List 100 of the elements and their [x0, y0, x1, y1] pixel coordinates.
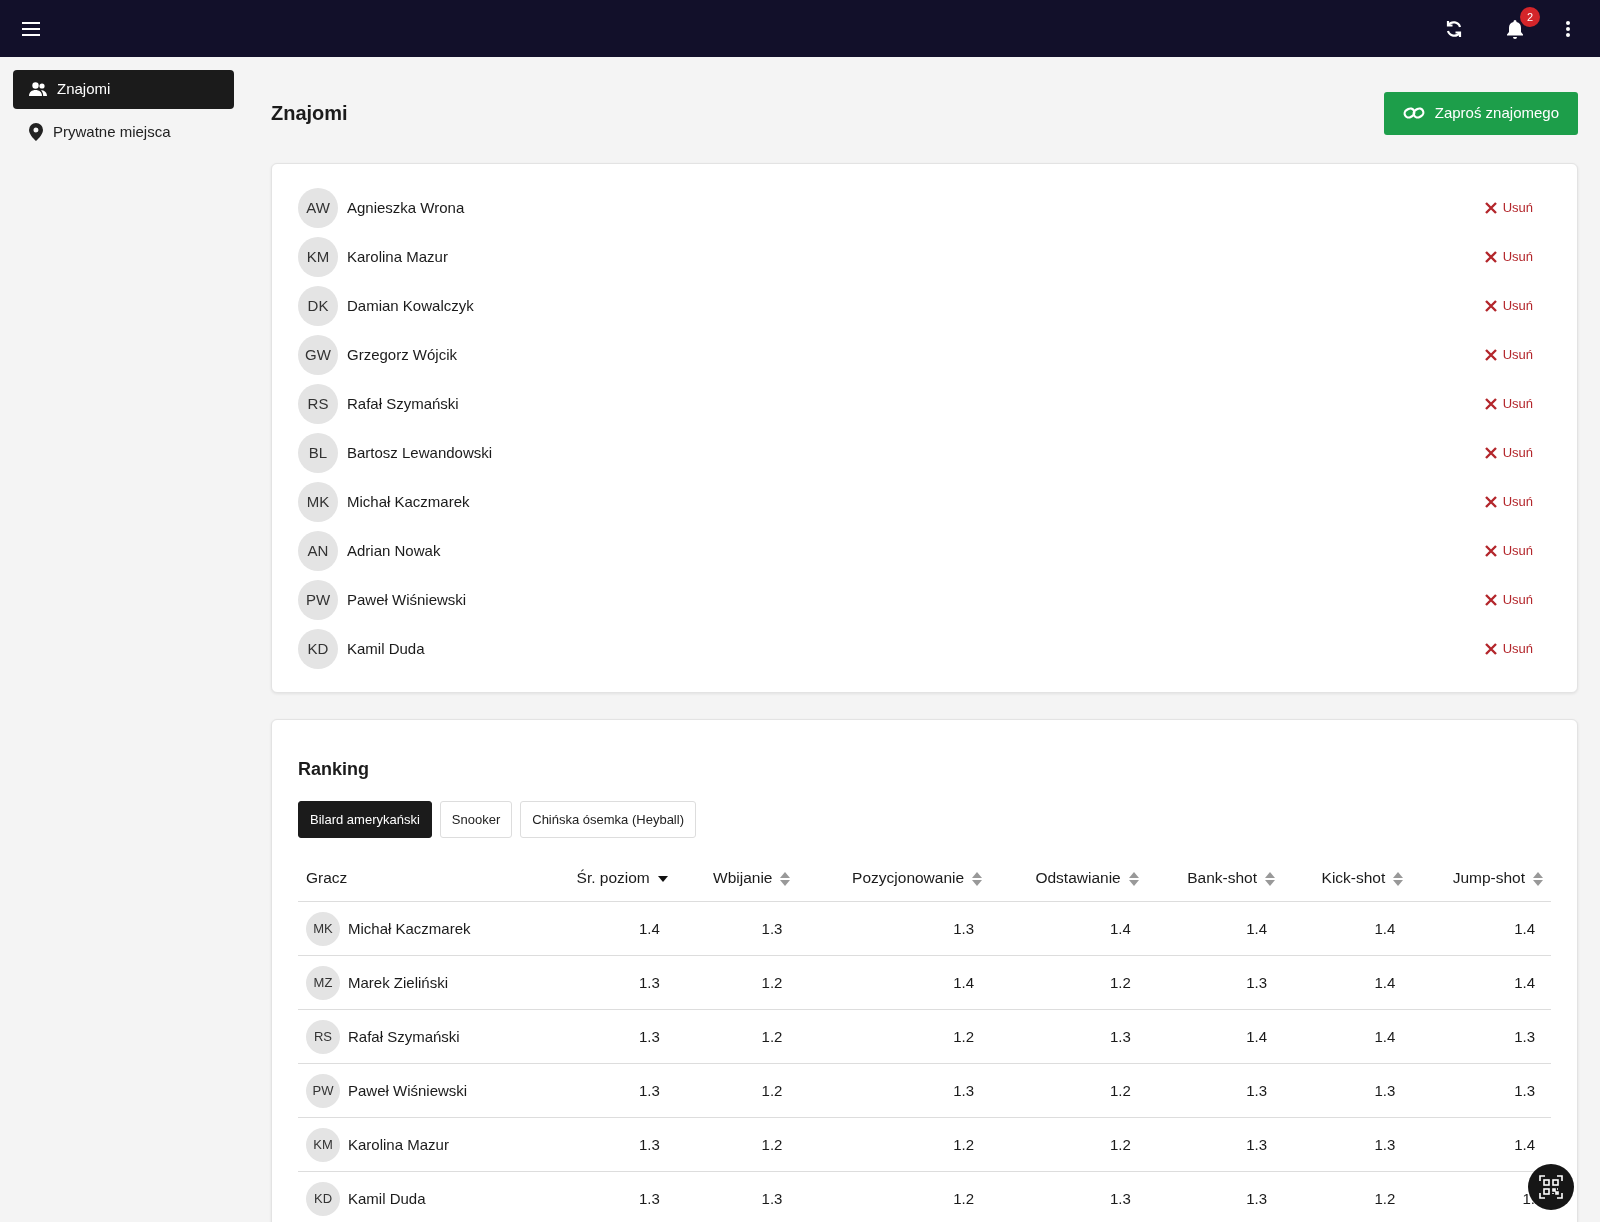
remove-button[interactable]: Usuń	[1478, 197, 1539, 219]
table-cell: 1.2	[675, 955, 799, 1010]
close-icon	[1484, 300, 1497, 312]
player-name: Kamil Duda	[348, 1188, 426, 1209]
player-name: Michał Kaczmarek	[348, 918, 471, 939]
table-cell: 1.2	[798, 1117, 991, 1172]
remove-button[interactable]: Usuń	[1478, 638, 1539, 660]
column-header[interactable]: Kick-shot	[1283, 854, 1412, 902]
friend-name: Kamil Duda	[347, 638, 425, 659]
table-cell: 1.4	[1411, 901, 1551, 956]
table-cell: 1.4	[990, 901, 1147, 956]
table-cell: 1.3	[1411, 1009, 1551, 1064]
column-header[interactable]: Gracz	[298, 854, 535, 902]
table-cell: 1.2	[990, 1117, 1147, 1172]
table-cell: 1.4	[1283, 901, 1412, 956]
column-header[interactable]: Jump-shot	[1411, 854, 1551, 902]
refresh-icon	[1444, 18, 1464, 39]
sort-icon	[1533, 871, 1543, 886]
table-cell: 1.3	[1283, 1117, 1412, 1172]
table-cell: 1.2	[990, 955, 1147, 1010]
tab[interactable]: Chińska ósemka (Heyball)	[520, 800, 696, 838]
close-icon	[1484, 251, 1497, 263]
page-title: Znajomi	[271, 101, 348, 126]
avatar: KM	[298, 237, 338, 277]
notification-count: 2	[1520, 6, 1540, 27]
sort-icon	[780, 871, 791, 886]
close-icon	[1484, 594, 1497, 606]
column-header[interactable]: Pozycjonowanie	[798, 854, 991, 902]
table-cell: 1.4	[1283, 955, 1412, 1010]
table-cell: 1.4	[1146, 1009, 1283, 1064]
tab[interactable]: Snooker	[439, 800, 513, 838]
table-cell: 1.3	[535, 1063, 676, 1118]
column-header[interactable]: Śr. poziom	[535, 854, 676, 902]
more-icon	[1566, 20, 1570, 37]
table-cell: 1.3	[535, 955, 676, 1010]
sort-icon	[1393, 871, 1404, 886]
friend-name: Karolina Mazur	[347, 246, 448, 267]
table-cell: 1.4	[535, 901, 676, 956]
table-cell: 1.2	[798, 1009, 991, 1064]
sidebar-item[interactable]: Znajomi	[13, 70, 234, 109]
close-icon	[1484, 202, 1497, 214]
table-cell: 1.3	[535, 1117, 676, 1172]
player-name: Rafał Szymański	[348, 1026, 460, 1047]
tab[interactable]: Bilard amerykański	[298, 800, 432, 838]
friend-name: Damian Kowalczyk	[347, 295, 474, 316]
remove-button[interactable]: Usuń	[1478, 540, 1539, 562]
avatar: AN	[298, 531, 338, 571]
column-header[interactable]: Wbijanie	[675, 854, 799, 902]
table-cell: 1.3	[675, 1171, 799, 1222]
sidebar-item[interactable]: Prywatne miejsca	[13, 112, 234, 151]
table-cell: 1.3	[990, 1009, 1147, 1064]
table-cell: 1.3	[1283, 1063, 1412, 1118]
remove-button[interactable]: Usuń	[1478, 246, 1539, 268]
avatar: MZ	[306, 965, 340, 1000]
bell-icon	[1506, 18, 1524, 39]
column-header[interactable]: Bank-shot	[1146, 854, 1283, 902]
table-cell: 1.3	[990, 1171, 1147, 1222]
avatar: BL	[298, 433, 338, 473]
remove-button[interactable]: Usuń	[1478, 491, 1539, 513]
player-name: Marek Zieliński	[348, 972, 449, 993]
friend-name: Rafał Szymański	[347, 393, 459, 414]
avatar: RS	[306, 1019, 340, 1054]
close-icon	[1484, 643, 1497, 655]
remove-button[interactable]: Usuń	[1478, 393, 1539, 415]
menu-icon	[22, 20, 40, 37]
remove-button[interactable]: Usuń	[1478, 589, 1539, 611]
table-cell: 1.2	[675, 1117, 799, 1172]
friend-name: Bartosz Lewandowski	[347, 442, 493, 463]
close-icon	[1484, 349, 1497, 361]
remove-button[interactable]: Usuń	[1478, 442, 1539, 464]
avatar: GW	[298, 335, 338, 375]
sort-icon	[972, 871, 983, 886]
close-icon	[1484, 545, 1497, 557]
column-header[interactable]: Odstawianie	[990, 854, 1147, 902]
remove-button[interactable]: Usuń	[1478, 295, 1539, 317]
avatar: MK	[306, 911, 340, 946]
avatar: MK	[298, 482, 338, 522]
friend-name: Paweł Wiśniewski	[347, 589, 467, 610]
table-cell: 1.2	[675, 1063, 799, 1118]
table-cell: 1.3	[535, 1171, 676, 1222]
table-cell: 1.4	[798, 955, 991, 1010]
table-cell: 1.2	[1283, 1171, 1412, 1222]
table-cell: 1.3	[798, 901, 991, 956]
table-cell: 1.4	[1283, 1009, 1412, 1064]
remove-button[interactable]: Usuń	[1478, 344, 1539, 366]
friend-name: Agnieszka Wrona	[347, 197, 465, 218]
table-cell: 1.2	[675, 1009, 799, 1064]
table-cell: 1.3	[1146, 1171, 1283, 1222]
close-icon	[1484, 447, 1497, 459]
table-cell: 1.3	[535, 1009, 676, 1064]
player-name: Karolina Mazur	[348, 1134, 449, 1155]
avatar: KD	[298, 629, 338, 669]
table-cell: 1.3	[1146, 1063, 1283, 1118]
avatar: DK	[298, 286, 338, 326]
table-cell: 1.2	[798, 1171, 991, 1222]
friend-name: Adrian Nowak	[347, 540, 441, 561]
qr-code-icon	[1539, 1175, 1563, 1199]
friend-name: Grzegorz Wójcik	[347, 344, 458, 365]
player-name: Paweł Wiśniewski	[348, 1080, 468, 1101]
link-icon	[1402, 105, 1425, 122]
